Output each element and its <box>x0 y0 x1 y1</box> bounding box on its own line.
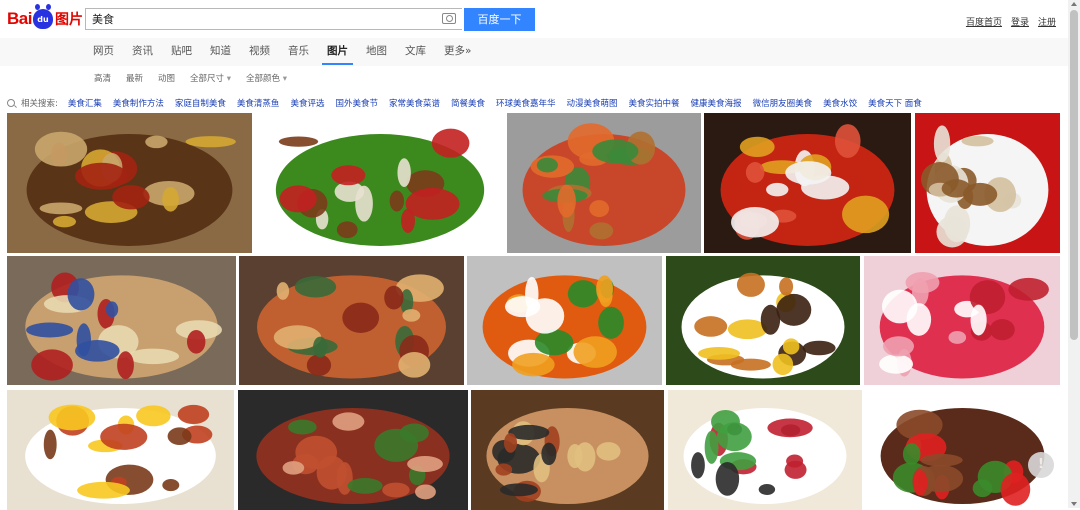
image-result-anime-breakfast-plate[interactable] <box>7 390 234 510</box>
food-photo-icon <box>7 390 234 510</box>
image-result-hotdog-burger-spread[interactable] <box>7 256 236 385</box>
scrollbar[interactable] <box>1068 0 1080 508</box>
feedback-button[interactable]: ! <box>1028 452 1054 478</box>
food-photo-icon <box>256 113 504 253</box>
top-links: 百度首页 登录 注册 <box>966 15 1056 28</box>
related-term-link[interactable]: 美食清蒸鱼 <box>237 97 280 109</box>
tab-zhidao[interactable]: 知道 <box>201 38 240 64</box>
image-result-sushi-plate[interactable] <box>668 390 862 510</box>
login-link[interactable]: 登录 <box>1011 15 1029 28</box>
image-result-beef-kebab-skewers[interactable] <box>256 113 504 253</box>
related-term-link[interactable]: 美食实拍中餐 <box>629 97 680 109</box>
filter-bar: 高清 最新 动图 全部尺寸 全部颜色 <box>94 72 287 84</box>
baidu-image-logo[interactable]: Bai du 图片 <box>7 4 83 32</box>
scroll-down-arrow-icon[interactable] <box>1071 502 1077 506</box>
search-button[interactable]: 百度一下 <box>464 8 535 31</box>
image-result-spicy-crayfish-plate[interactable] <box>507 113 701 253</box>
filter-animated[interactable]: 动图 <box>158 72 175 84</box>
food-photo-icon <box>864 256 1060 385</box>
food-photo-icon <box>507 113 701 253</box>
related-term-link[interactable]: 健康美食海报 <box>691 97 742 109</box>
related-term-link[interactable]: 家常美食菜谱 <box>389 97 440 109</box>
related-term-link[interactable]: 家庭自制美食 <box>175 97 226 109</box>
filter-size-dropdown[interactable]: 全部尺寸 <box>190 72 231 84</box>
image-result-grilled-steak-tomato[interactable] <box>865 390 1060 510</box>
filter-latest[interactable]: 最新 <box>126 72 143 84</box>
related-label: 相关搜索: <box>21 99 58 109</box>
food-photo-icon <box>865 390 1060 510</box>
food-photo-icon <box>915 113 1060 253</box>
related-term-link[interactable]: 美食评选 <box>290 97 324 109</box>
search-input[interactable] <box>86 9 438 29</box>
food-photo-icon <box>7 113 252 253</box>
related-searches: 相关搜索: 美食汇集 美食制作方法 家庭自制美食 美食清蒸鱼 美食评选 国外美食节 家常美食… <box>7 97 922 109</box>
food-photo-icon <box>7 256 236 385</box>
tab-tieba[interactable]: 贴吧 <box>162 38 201 64</box>
tab-video[interactable]: 视频 <box>240 38 279 64</box>
image-result-grilled-chicken-wings[interactable] <box>7 113 252 253</box>
home-link[interactable]: 百度首页 <box>966 15 1002 28</box>
search-box <box>85 8 462 30</box>
nav-tabs-bar: 网页 资讯 贴吧 知道 视频 音乐 图片 地图 文库 更多» <box>0 38 1068 66</box>
tab-wenku[interactable]: 文库 <box>396 38 435 64</box>
logo-text: Bai <box>7 9 32 28</box>
related-term-link[interactable]: 美食制作方法 <box>113 97 164 109</box>
image-result-strawberry-cupcakes[interactable] <box>864 256 1060 385</box>
tab-more[interactable]: 更多» <box>435 38 480 64</box>
related-term-link[interactable]: 美食天下 面食 <box>868 97 922 109</box>
related-term-link[interactable]: 国外美食节 <box>335 97 378 109</box>
tab-web[interactable]: 网页 <box>84 38 123 64</box>
related-term-link[interactable]: 美食水饺 <box>823 97 857 109</box>
food-photo-icon <box>238 390 468 510</box>
related-term-link[interactable]: 动漫美食萌图 <box>567 97 618 109</box>
related-term-link[interactable]: 微信朋友圈美食 <box>753 97 813 109</box>
tab-map[interactable]: 地图 <box>357 38 396 64</box>
food-photo-icon <box>666 256 860 385</box>
related-term-link[interactable]: 美食汇集 <box>68 97 102 109</box>
filter-color-dropdown[interactable]: 全部颜色 <box>246 72 287 84</box>
header-bar: Bai du 图片 百度一下 百度首页 登录 注册 <box>0 0 1068 38</box>
tab-news[interactable]: 资讯 <box>123 38 162 64</box>
image-result-hotpot-table-spread[interactable] <box>471 390 664 510</box>
food-photo-icon <box>668 390 862 510</box>
related-term-link[interactable]: 简餐美食 <box>451 97 485 109</box>
search-icon <box>7 99 15 107</box>
image-result-steak-meat-collage[interactable] <box>238 390 468 510</box>
filter-hd[interactable]: 高清 <box>94 72 111 84</box>
food-photo-icon <box>467 256 662 385</box>
logo-subtitle: 图片 <box>54 12 83 28</box>
food-photo-icon <box>239 256 464 385</box>
scrollbar-thumb[interactable] <box>1070 10 1078 340</box>
image-result-red-lobster-platter[interactable] <box>704 113 911 253</box>
register-link[interactable]: 注册 <box>1038 15 1056 28</box>
image-result-carved-dragon-dish[interactable] <box>467 256 662 385</box>
related-term-link[interactable]: 环球美食嘉年华 <box>496 97 556 109</box>
camera-icon[interactable] <box>442 13 456 24</box>
scroll-up-arrow-icon[interactable] <box>1071 2 1077 6</box>
image-result-food-collage-grid[interactable] <box>239 256 464 385</box>
food-photo-icon <box>471 390 664 510</box>
image-result-noodle-dumpling-plate[interactable] <box>915 113 1060 253</box>
food-photo-icon <box>704 113 911 253</box>
image-result-fried-egg-rice-plate[interactable] <box>666 256 860 385</box>
tab-images[interactable]: 图片 <box>318 38 357 65</box>
tab-music[interactable]: 音乐 <box>279 38 318 64</box>
paw-icon: du <box>32 4 53 29</box>
